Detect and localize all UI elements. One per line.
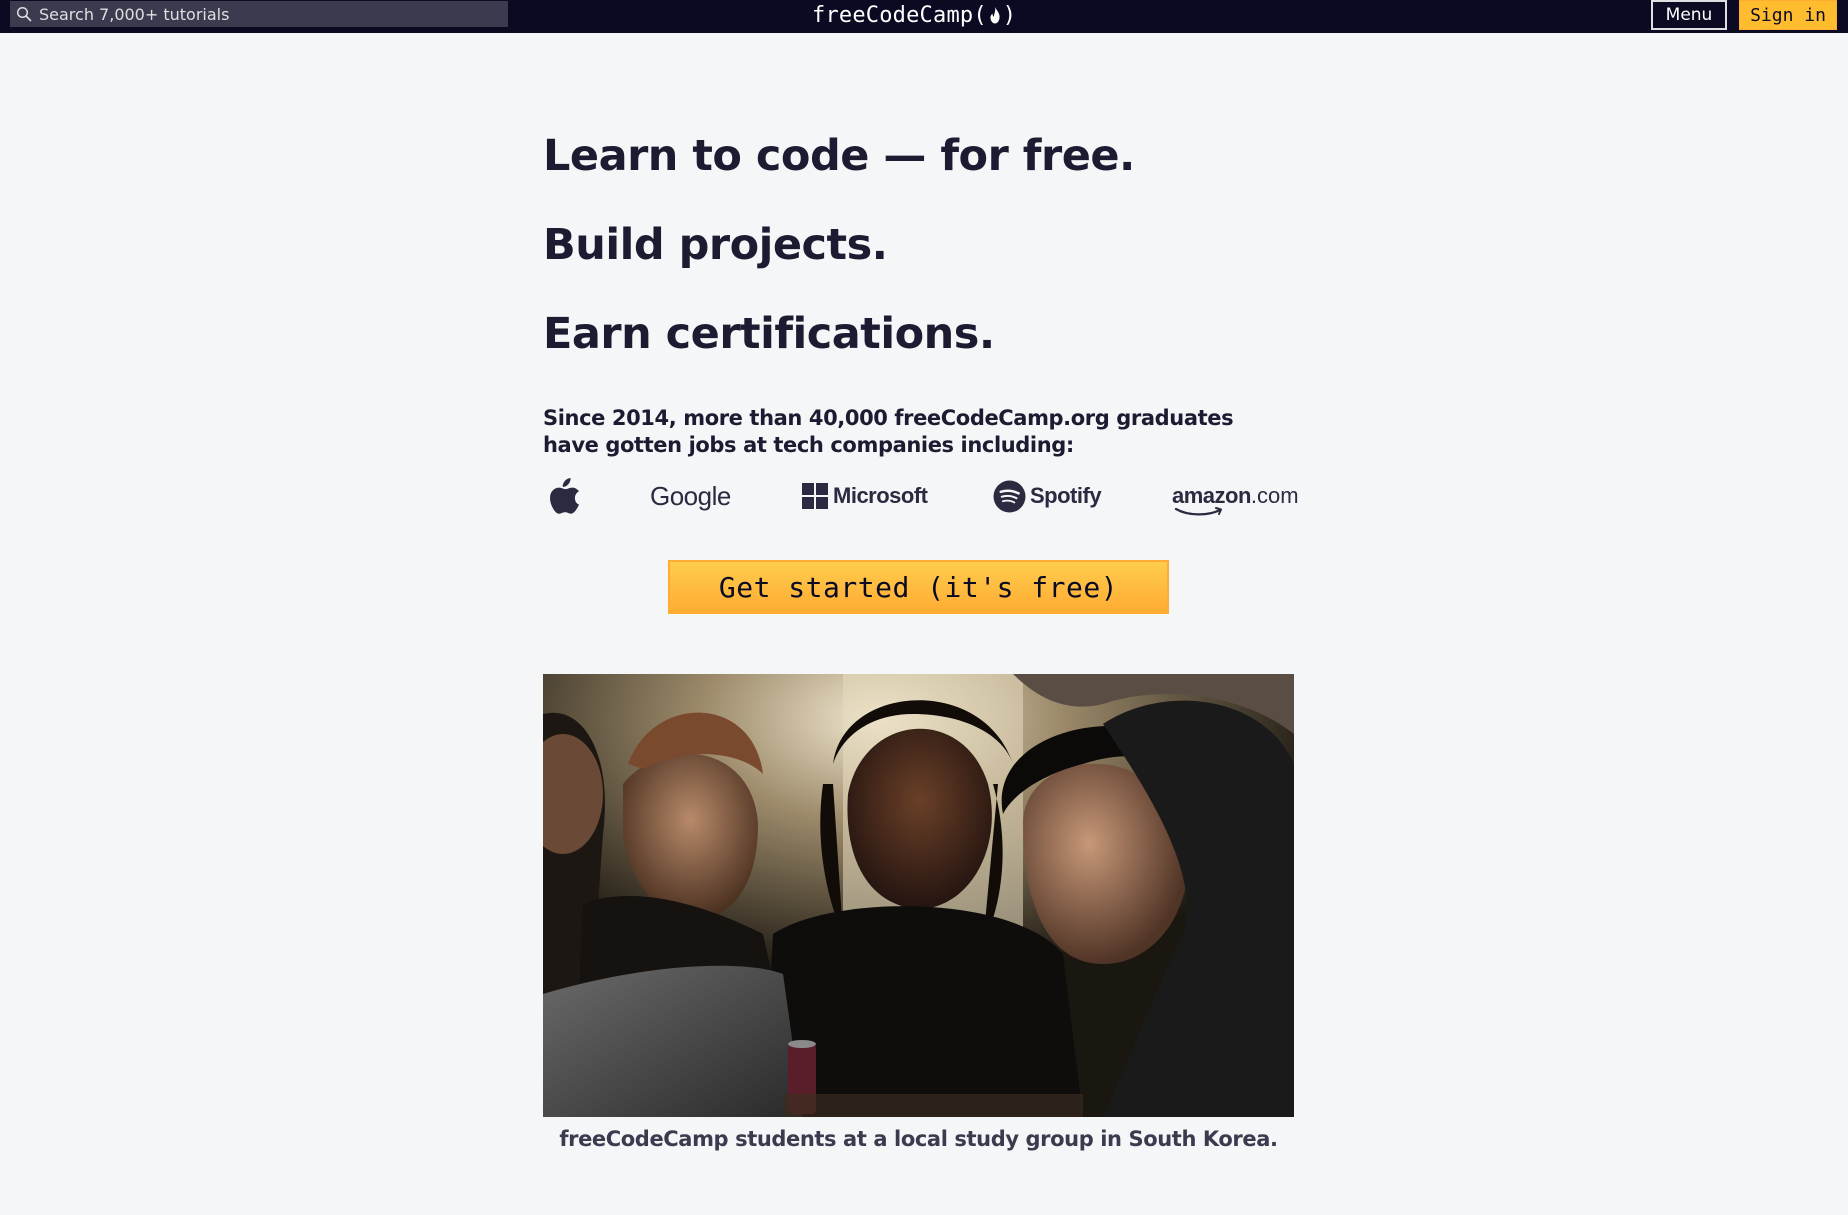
spotify-wordmark: Spotify (1030, 483, 1102, 508)
menu-button[interactable]: Menu (1651, 0, 1727, 30)
study-group-image (543, 674, 1294, 1117)
search-bar[interactable] (10, 1, 508, 27)
graduates-intro: Since 2014, more than 40,000 freeCodeCam… (543, 406, 1234, 457)
amazon-tld: .com (1250, 483, 1299, 508)
google-logo: Google (650, 480, 731, 511)
spotify-icon (993, 480, 1026, 512)
flame-icon (990, 7, 1000, 24)
apple-icon (550, 478, 579, 514)
windows-icon (802, 483, 828, 509)
get-started-button[interactable]: Get started (it's free) (668, 560, 1169, 614)
search-icon (16, 6, 32, 22)
microsoft-wordmark: Microsoft (833, 483, 928, 508)
search-input[interactable] (39, 4, 479, 24)
logo-wordmark: freeCodeCamp (812, 2, 974, 28)
apple-logo (549, 470, 581, 522)
amazon-logo: amazon.com (1172, 470, 1299, 522)
freecodecamp-logo[interactable]: freeCodeCamp ( ) (812, 1, 1016, 29)
study-group-photo (543, 674, 1294, 1117)
photo-caption: freeCodeCamp students at a local study g… (559, 1127, 1278, 1151)
headline-build: Build projects. (543, 220, 888, 270)
amazon-wordmark: amazon (1172, 483, 1251, 508)
logo-paren-close: ) (1002, 2, 1017, 28)
sign-in-button[interactable]: Sign in (1739, 0, 1837, 30)
amazon-smile-icon (1174, 507, 1222, 516)
microsoft-logo: Microsoft (802, 470, 928, 522)
logo-paren-open: ( (973, 2, 987, 28)
spotify-logo: Spotify (993, 470, 1102, 522)
top-navbar: freeCodeCamp ( ) Menu Sign in (0, 0, 1848, 33)
headline-learn: Learn to code — for free. (543, 131, 1135, 181)
company-logos: Google Microsoft Spotify amazon.com (543, 470, 1299, 522)
headline-earn: Earn certifications. (543, 309, 995, 359)
